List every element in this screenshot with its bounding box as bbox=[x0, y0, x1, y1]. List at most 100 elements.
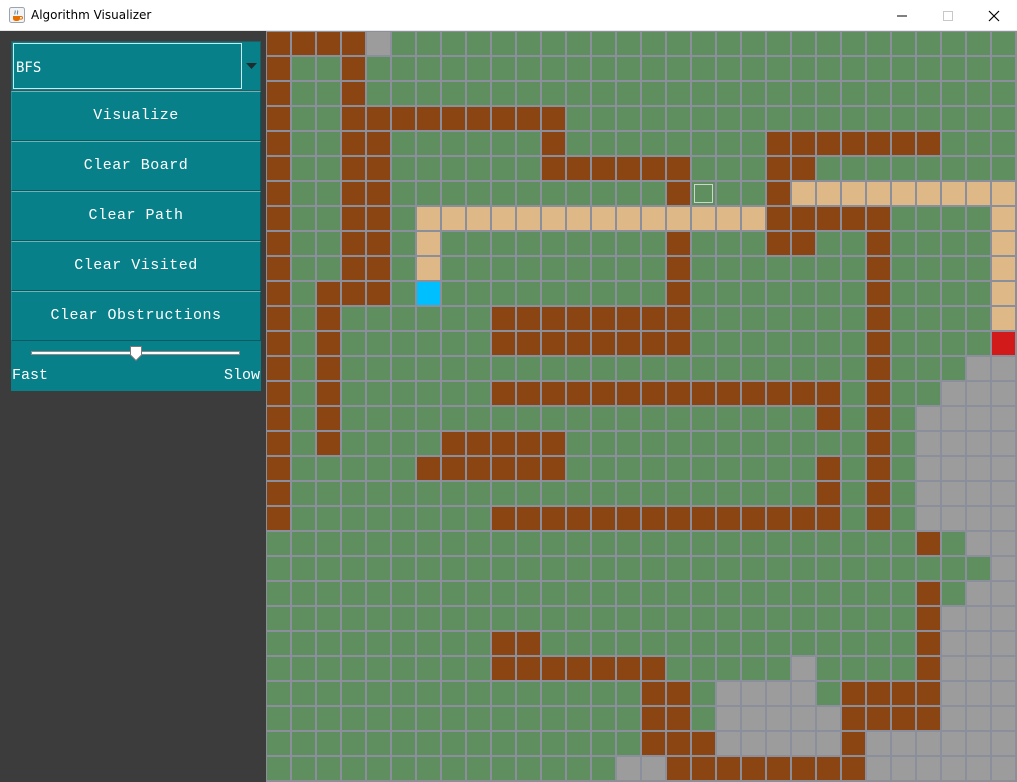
grid-cell-empty[interactable] bbox=[641, 356, 666, 381]
grid-cell-empty[interactable] bbox=[391, 506, 416, 531]
grid-cell-empty[interactable] bbox=[316, 481, 341, 506]
grid-cell-empty[interactable] bbox=[816, 281, 841, 306]
grid-cell-empty[interactable] bbox=[566, 106, 591, 131]
grid-cell-empty[interactable] bbox=[316, 81, 341, 106]
grid-cell-visited[interactable] bbox=[791, 706, 816, 731]
grid-cell-empty[interactable] bbox=[866, 31, 891, 56]
grid-cell-wall[interactable] bbox=[266, 31, 291, 56]
grid-cell-empty[interactable] bbox=[541, 231, 566, 256]
grid-cell-empty[interactable] bbox=[966, 106, 991, 131]
grid-cell-visited[interactable] bbox=[966, 581, 991, 606]
grid-cell-empty[interactable] bbox=[941, 56, 966, 81]
grid-cell-empty[interactable] bbox=[566, 531, 591, 556]
grid-cell-wall[interactable] bbox=[616, 506, 641, 531]
grid-cell-empty[interactable] bbox=[416, 606, 441, 631]
grid-cell-empty[interactable] bbox=[641, 406, 666, 431]
grid-cell-wall[interactable] bbox=[491, 331, 516, 356]
grid-cell-empty[interactable] bbox=[841, 331, 866, 356]
grid-cell-empty[interactable] bbox=[566, 131, 591, 156]
grid-cell-wall[interactable] bbox=[866, 706, 891, 731]
grid-cell-path[interactable] bbox=[841, 181, 866, 206]
grid-cell-empty[interactable] bbox=[266, 581, 291, 606]
grid-cell-empty[interactable] bbox=[916, 281, 941, 306]
grid-cell-empty[interactable] bbox=[716, 31, 741, 56]
grid-cell-empty[interactable] bbox=[816, 231, 841, 256]
grid-cell-empty[interactable] bbox=[716, 656, 741, 681]
grid-cell-empty[interactable] bbox=[741, 106, 766, 131]
grid-cell-visited[interactable] bbox=[741, 731, 766, 756]
grid-cell-wall[interactable] bbox=[666, 231, 691, 256]
grid-cell-wall[interactable] bbox=[491, 306, 516, 331]
grid-cell-visited[interactable] bbox=[991, 381, 1016, 406]
grid-cell-visited[interactable] bbox=[941, 431, 966, 456]
grid-cell-empty[interactable] bbox=[716, 306, 741, 331]
grid-cell-empty[interactable] bbox=[716, 181, 741, 206]
grid-cell-wall[interactable] bbox=[866, 406, 891, 431]
grid-cell-wall[interactable] bbox=[841, 681, 866, 706]
grid-cell-path[interactable] bbox=[691, 206, 716, 231]
grid-cell-visited[interactable] bbox=[966, 731, 991, 756]
grid-cell-empty[interactable] bbox=[566, 556, 591, 581]
grid-cell-empty[interactable] bbox=[316, 156, 341, 181]
grid-cell-empty[interactable] bbox=[316, 256, 341, 281]
grid-cell-empty[interactable] bbox=[366, 756, 391, 781]
grid-cell-empty[interactable] bbox=[741, 656, 766, 681]
grid-cell-wall[interactable] bbox=[566, 381, 591, 406]
grid-cell-empty[interactable] bbox=[566, 31, 591, 56]
grid-cell-empty[interactable] bbox=[566, 681, 591, 706]
grid-cell-wall[interactable] bbox=[266, 406, 291, 431]
grid-cell-empty[interactable] bbox=[941, 356, 966, 381]
grid-cell-path[interactable] bbox=[941, 181, 966, 206]
grid-cell-empty[interactable] bbox=[566, 731, 591, 756]
grid-cell-wall[interactable] bbox=[841, 206, 866, 231]
grid-cell-visited[interactable] bbox=[991, 531, 1016, 556]
grid-cell-empty[interactable] bbox=[716, 481, 741, 506]
grid-cell-wall[interactable] bbox=[491, 456, 516, 481]
grid-cell-empty[interactable] bbox=[966, 131, 991, 156]
grid-cell-empty[interactable] bbox=[616, 56, 641, 81]
grid-cell-wall[interactable] bbox=[866, 481, 891, 506]
grid-cell-empty[interactable] bbox=[966, 56, 991, 81]
grid-cell-empty[interactable] bbox=[616, 706, 641, 731]
grid-cell-empty[interactable] bbox=[416, 56, 441, 81]
grid-cell-empty[interactable] bbox=[416, 431, 441, 456]
grid-cell-empty[interactable] bbox=[541, 606, 566, 631]
grid-cell-empty[interactable] bbox=[591, 481, 616, 506]
grid-cell-empty[interactable] bbox=[316, 556, 341, 581]
grid-cell-empty[interactable] bbox=[591, 181, 616, 206]
grid-cell-empty[interactable] bbox=[941, 331, 966, 356]
grid-cell-empty[interactable] bbox=[841, 106, 866, 131]
grid-cell-empty[interactable] bbox=[291, 131, 316, 156]
grid-cell-empty[interactable] bbox=[316, 656, 341, 681]
grid-cell-empty[interactable] bbox=[391, 456, 416, 481]
grid-cell-empty[interactable] bbox=[341, 481, 366, 506]
grid-cell-empty[interactable] bbox=[441, 356, 466, 381]
grid-cell-empty[interactable] bbox=[891, 256, 916, 281]
grid-cell-empty[interactable] bbox=[991, 156, 1016, 181]
grid-cell-empty[interactable] bbox=[566, 706, 591, 731]
grid-cell-empty[interactable] bbox=[691, 706, 716, 731]
grid-cell-empty[interactable] bbox=[566, 356, 591, 381]
grid-cell-empty[interactable] bbox=[466, 681, 491, 706]
grid-cell-wall[interactable] bbox=[266, 181, 291, 206]
grid-cell-wall[interactable] bbox=[816, 456, 841, 481]
grid-cell-empty[interactable] bbox=[541, 481, 566, 506]
grid-cell-wall[interactable] bbox=[266, 381, 291, 406]
grid-cell-empty[interactable] bbox=[291, 231, 316, 256]
grid-cell-empty[interactable] bbox=[916, 56, 941, 81]
grid-cell-empty[interactable] bbox=[691, 406, 716, 431]
grid-cell-empty[interactable] bbox=[366, 731, 391, 756]
grid-cell-visited[interactable] bbox=[966, 606, 991, 631]
grid-cell-empty[interactable] bbox=[466, 231, 491, 256]
grid-cell-empty[interactable] bbox=[441, 731, 466, 756]
grid-cell-empty[interactable] bbox=[741, 281, 766, 306]
grid-cell-wall[interactable] bbox=[666, 706, 691, 731]
grid-cell-empty[interactable] bbox=[816, 681, 841, 706]
grid-cell-wall[interactable] bbox=[516, 306, 541, 331]
grid-cell-empty[interactable] bbox=[616, 681, 641, 706]
grid-cell-wall[interactable] bbox=[566, 656, 591, 681]
grid-cell-empty[interactable] bbox=[966, 331, 991, 356]
grid-cell-empty[interactable] bbox=[666, 581, 691, 606]
grid-cell-empty[interactable] bbox=[541, 181, 566, 206]
grid-cell-empty[interactable] bbox=[816, 606, 841, 631]
